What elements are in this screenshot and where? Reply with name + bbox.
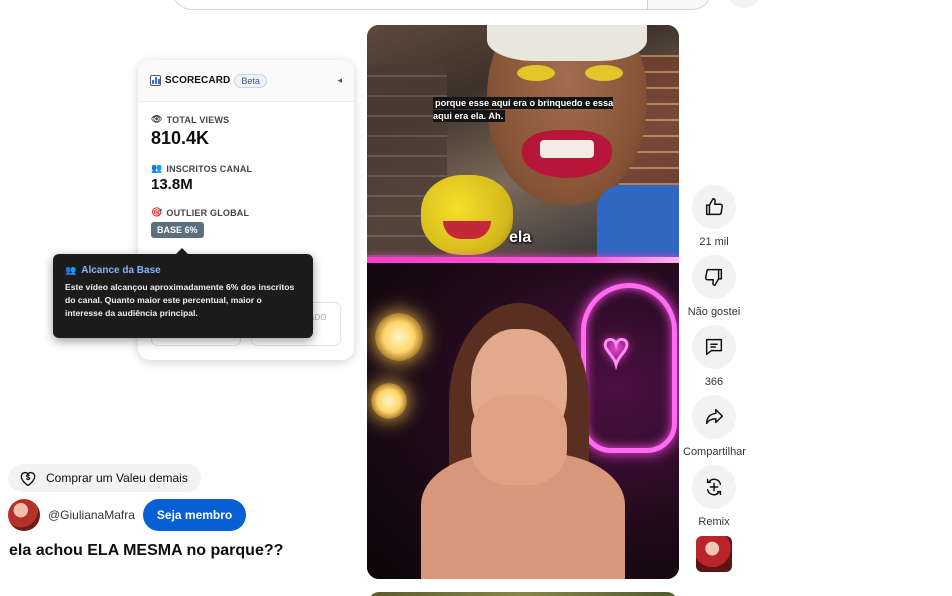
total-views-label: 👁 TOTAL VIEWS xyxy=(151,114,230,125)
neon-heart-icon: ♥ xyxy=(601,324,630,376)
thumbs-up-icon xyxy=(705,198,723,216)
like-button[interactable] xyxy=(692,185,736,229)
remix-button[interactable] xyxy=(692,465,736,509)
video-caption: porque esse aqui era o brinquedo e essa … xyxy=(433,97,614,122)
beta-badge: Beta xyxy=(234,73,267,88)
heart-dollar-icon xyxy=(20,471,36,487)
total-views-value: 810.4K xyxy=(151,128,210,148)
remix-icon xyxy=(706,478,722,496)
dislike-label: Não gostei xyxy=(687,306,741,318)
dislike-action[interactable]: Não gostei xyxy=(683,255,745,318)
channel-avatar[interactable] xyxy=(8,499,40,531)
scorecard-title: SCORECARD xyxy=(165,75,231,86)
short-video-player[interactable]: porque esse aqui era o brinquedo e essa … xyxy=(367,25,679,579)
base-badge[interactable]: BASE 6% xyxy=(151,222,204,238)
share-action[interactable]: Compartilhar xyxy=(683,395,746,458)
people-icon: 👥 xyxy=(65,265,77,275)
buy-thanks-chip[interactable]: Comprar um Valeu demais xyxy=(8,464,201,492)
search-button[interactable] xyxy=(647,0,711,9)
inscritos-label: 👥 INSCRITOS CANAL xyxy=(151,163,253,174)
comments-action[interactable]: 366 xyxy=(683,325,745,388)
comments-button[interactable] xyxy=(692,325,736,369)
video-top-frame: porque esse aqui era o brinquedo e essa … xyxy=(367,25,679,265)
share-label: Compartilhar xyxy=(683,446,746,458)
next-video-preview[interactable] xyxy=(369,592,677,596)
video-bottom-frame: ♥ xyxy=(367,263,679,579)
scorecard-header: SCORECARD Beta ◂ xyxy=(138,60,354,102)
like-action[interactable]: 21 mil xyxy=(683,185,745,248)
join-member-button[interactable]: Seja membro xyxy=(142,499,247,531)
people-icon: 👥 xyxy=(151,163,163,173)
target-icon: 🎯 xyxy=(151,207,163,217)
tooltip-text: Este vídeo alcançou aproximadamente 6% d… xyxy=(65,282,295,318)
channel-row: @GiulianaMafra Seja membro xyxy=(8,499,247,531)
comment-icon xyxy=(705,338,723,356)
sound-thumbnail[interactable] xyxy=(696,536,732,572)
voice-search-button[interactable] xyxy=(726,0,762,8)
eye-icon: 👁 xyxy=(151,114,163,124)
channel-name[interactable]: @GiulianaMafra xyxy=(48,508,135,522)
bar-chart-icon xyxy=(150,75,161,86)
tooltip-title: 👥 Alcance da Base xyxy=(65,265,161,276)
video-title[interactable]: ela achou ELA MESMA no parque?? xyxy=(9,542,283,560)
remix-label: Remix xyxy=(698,516,730,528)
base-tooltip: 👥 Alcance da Base Este vídeo alcançou ap… xyxy=(53,248,313,338)
like-count: 21 mil xyxy=(699,236,729,248)
share-icon xyxy=(705,408,723,425)
video-overlay-word: ela xyxy=(509,229,532,246)
buy-thanks-label: Comprar um Valeu demais xyxy=(46,471,188,485)
search-bar[interactable] xyxy=(172,0,712,10)
comments-count: 366 xyxy=(704,376,724,388)
remix-action[interactable]: Remix xyxy=(683,465,745,528)
collapse-icon[interactable]: ◂ xyxy=(337,75,342,86)
thumbs-down-icon xyxy=(705,268,723,286)
outlier-label: 🎯 OUTLIER GLOBAL xyxy=(151,207,250,218)
inscritos-value: 13.8M xyxy=(151,176,193,193)
dislike-button[interactable] xyxy=(692,255,736,299)
share-button[interactable] xyxy=(692,395,736,439)
